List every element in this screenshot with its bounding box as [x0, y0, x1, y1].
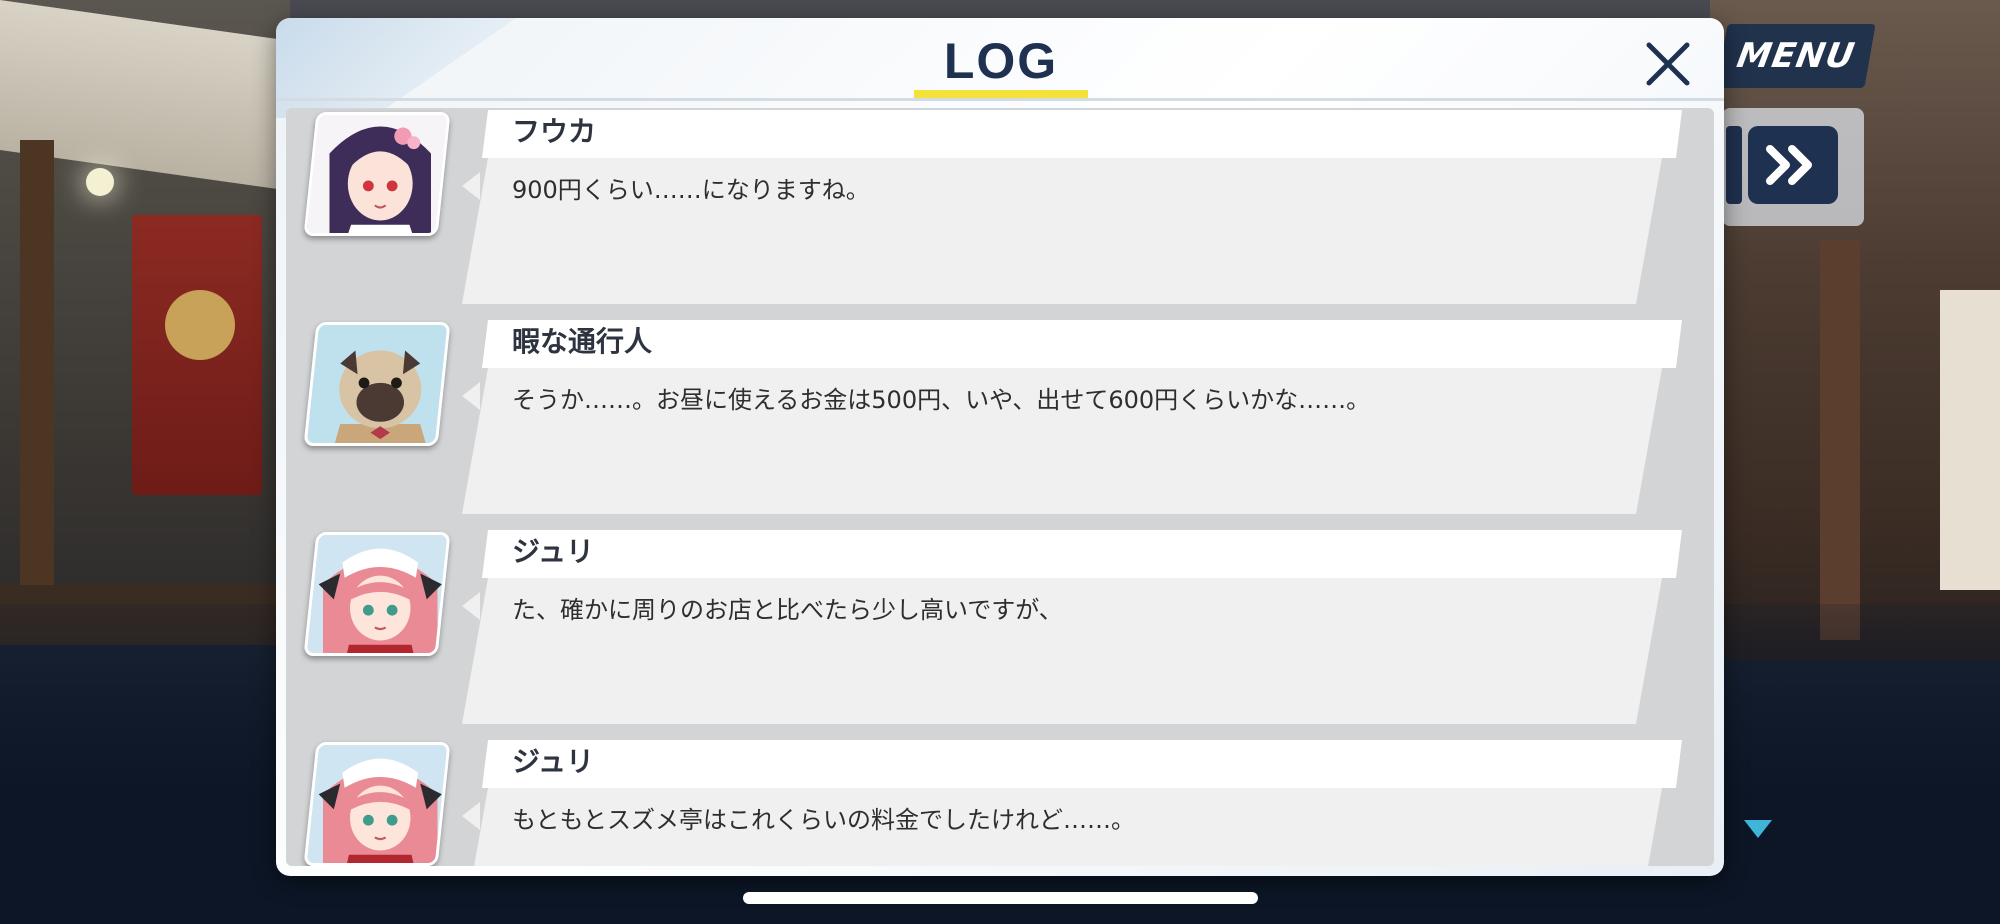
speaker-name: ジュリ: [512, 535, 595, 568]
juri-portrait: [303, 742, 451, 866]
pug-portrait: [303, 322, 451, 446]
log-entry: フウカ 900円くらい……になりますね。: [286, 108, 1714, 318]
close-button[interactable]: [1638, 34, 1698, 94]
background-menu-board: [1940, 290, 2000, 590]
pug-portrait-art: [307, 322, 451, 446]
speaker-name: フウカ: [512, 115, 597, 148]
menu-button[interactable]: MENU: [1716, 24, 1876, 88]
log-dialog: LOG フウカ 900円くらい……になりますね。 暇な通行人 そうか……。お昼に…: [276, 18, 1724, 876]
message-text: もともとスズメ亭はこれくらいの料金でしたけれど……。: [512, 806, 1136, 834]
background-post: [20, 140, 54, 610]
background-lamp: [86, 168, 114, 196]
speaker-bar: [482, 110, 1682, 158]
background-vertical-sign: [1820, 240, 1860, 640]
message-text: た、確かに周りのお店と比べたら少し高いですが、: [512, 596, 1063, 624]
log-header: LOG: [276, 18, 1724, 102]
message-pointer: [462, 592, 480, 620]
close-icon: [1646, 42, 1690, 86]
home-indicator[interactable]: [743, 892, 1258, 904]
message-pointer: [462, 382, 480, 410]
log-scroll-area[interactable]: フウカ 900円くらい……になりますね。 暇な通行人 そうか……。お昼に使えるお…: [286, 108, 1714, 866]
speaker-bar: [482, 530, 1682, 578]
skip-button[interactable]: [1748, 126, 1838, 204]
message-pointer: [462, 172, 480, 200]
speaker-bar: [482, 320, 1682, 368]
message-text: 900円くらい……になりますね。: [512, 176, 870, 204]
juri-portrait-art: [307, 742, 451, 866]
fuuka-portrait-art: [307, 112, 451, 236]
background-banner-emblem: [165, 290, 235, 360]
log-entry: ジュリ もともとスズメ亭はこれくらいの料金でしたけれど……。: [286, 738, 1714, 866]
log-entry: 暇な通行人 そうか……。お昼に使えるお金は500円、いや、出せて600円くらいか…: [286, 318, 1714, 528]
log-list: フウカ 900円くらい……になりますね。 暇な通行人 そうか……。お昼に使えるお…: [286, 108, 1714, 866]
log-title: LOG: [943, 33, 1059, 89]
speaker-name: 暇な通行人: [512, 325, 653, 358]
menu-button-label: MENU: [1733, 36, 1859, 76]
message-text: そうか……。お昼に使えるお金は500円、いや、出せて600円くらいかな……。: [512, 386, 1371, 414]
juri-portrait-art: [307, 532, 451, 656]
message-pointer: [462, 802, 480, 830]
fuuka-portrait: [303, 112, 451, 236]
auto-button[interactable]: [1726, 126, 1742, 204]
speaker-name: ジュリ: [512, 745, 595, 778]
down-triangle-icon: [1744, 820, 1772, 838]
fast-forward-icon: [1766, 145, 1812, 185]
juri-portrait: [303, 532, 451, 656]
header-divider: [276, 98, 1724, 101]
speaker-bar: [482, 740, 1682, 788]
log-entry: ジュリ た、確かに周りのお店と比べたら少し高いですが、: [286, 528, 1714, 738]
log-title-underline: [914, 90, 1088, 98]
